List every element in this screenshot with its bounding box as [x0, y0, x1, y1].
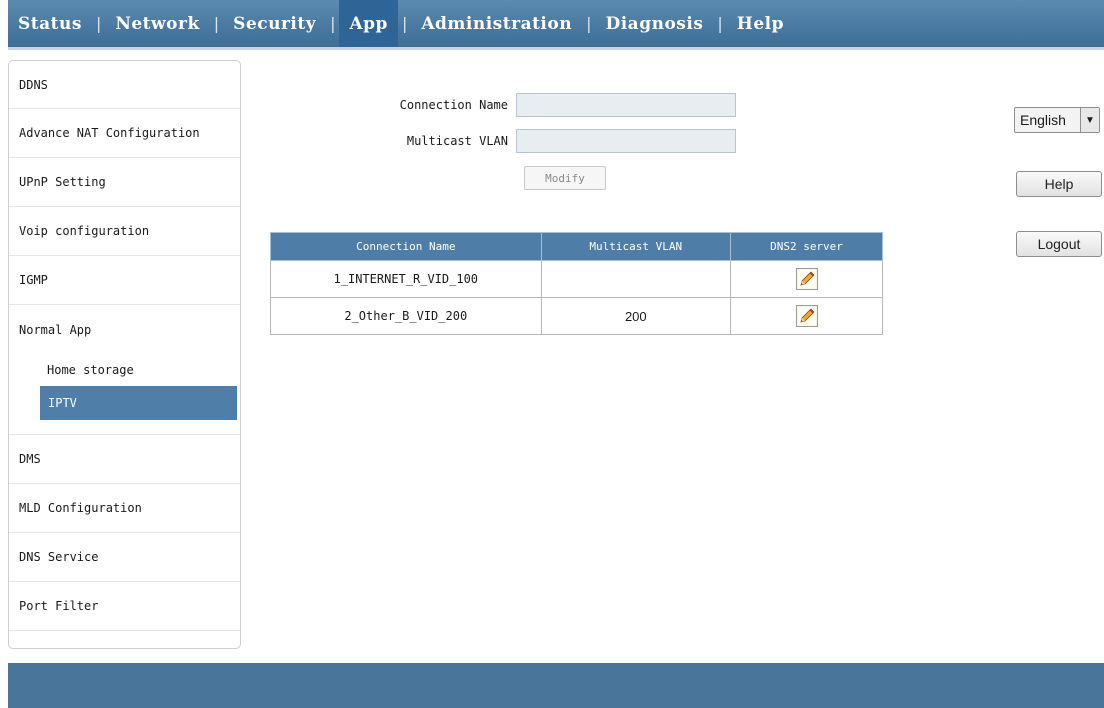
modify-button[interactable]: Modify	[524, 166, 606, 190]
multicast-vlan-label: Multicast VLAN	[406, 134, 508, 148]
chevron-down-icon[interactable]: ▼	[1080, 108, 1099, 132]
nav-tab-help[interactable]: Help	[727, 0, 794, 47]
top-nav: Status | Network | Security | App | Admi…	[8, 0, 1104, 50]
cell-connection-name: 1_INTERNET_R_VID_100	[270, 260, 542, 298]
language-select[interactable]: English ▼	[1014, 107, 1100, 133]
sidebar-item-upnp[interactable]: UPnP Setting	[9, 158, 240, 207]
table-header-row: Connection Name Multicast VLAN DNS2 serv…	[270, 232, 883, 261]
sidebar: DDNS Advance NAT Configuration UPnP Sett…	[8, 60, 241, 649]
iptv-table: Connection Name Multicast VLAN DNS2 serv…	[270, 232, 883, 335]
nav-separator: |	[586, 14, 592, 33]
sidebar-item-voip[interactable]: Voip configuration	[9, 207, 240, 256]
cell-edit	[730, 260, 883, 298]
table-row: 2_Other_B_VID_200 200	[270, 297, 883, 335]
pencil-edit-icon[interactable]	[795, 268, 818, 290]
sidebar-item-normal-app[interactable]: Normal App	[9, 305, 240, 354]
connection-name-input[interactable]	[516, 93, 736, 117]
nav-separator: |	[95, 14, 102, 33]
column-header-multicast-vlan: Multicast VLAN	[540, 232, 732, 261]
connection-name-label: Connection Name	[399, 98, 508, 112]
nav-tab-security[interactable]: Security	[223, 0, 326, 47]
sidebar-subitem-iptv[interactable]: IPTV	[40, 386, 237, 420]
sidebar-item-port-filter[interactable]: Port Filter	[9, 582, 240, 631]
help-button[interactable]: Help	[1016, 171, 1102, 197]
cell-connection-name: 2_Other_B_VID_200	[270, 297, 542, 335]
cell-multicast-vlan: 200	[540, 297, 732, 335]
multicast-vlan-input[interactable]	[516, 129, 736, 153]
sidebar-item-mld[interactable]: MLD Configuration	[9, 484, 240, 533]
nav-tab-administration[interactable]: Administration	[411, 0, 582, 47]
sidebar-subitem-home-storage[interactable]: Home storage	[9, 354, 240, 386]
sidebar-item-dns-service[interactable]: DNS Service	[9, 533, 240, 582]
column-header-dns2-server: DNS2 server	[730, 232, 883, 261]
sidebar-item-igmp[interactable]: IGMP	[9, 256, 240, 305]
nav-separator: |	[717, 14, 723, 33]
sidebar-item-ddns[interactable]: DDNS	[9, 61, 240, 109]
nav-tab-diagnosis[interactable]: Diagnosis	[595, 0, 713, 47]
nav-separator: |	[330, 14, 336, 33]
nav-tab-app[interactable]: App	[339, 0, 398, 47]
column-header-connection-name: Connection Name	[270, 232, 542, 261]
nav-tab-status[interactable]: Status	[8, 0, 92, 47]
cell-edit	[730, 297, 883, 335]
language-value: English	[1020, 112, 1066, 128]
nav-separator: |	[401, 14, 408, 33]
connection-name-row: Connection Name	[386, 93, 736, 117]
cell-multicast-vlan	[540, 260, 732, 298]
sidebar-group-normal-app: Normal App Home storage IPTV	[9, 305, 240, 435]
table-row: 1_INTERNET_R_VID_100	[270, 260, 883, 298]
logout-button[interactable]: Logout	[1016, 231, 1102, 257]
sidebar-item-dms[interactable]: DMS	[9, 435, 240, 484]
sidebar-item-advance-nat[interactable]: Advance NAT Configuration	[9, 109, 240, 158]
multicast-vlan-row: Multicast VLAN	[386, 129, 736, 153]
pencil-edit-icon[interactable]	[795, 305, 818, 327]
nav-separator: |	[213, 14, 220, 33]
footer-bar	[8, 663, 1104, 708]
nav-tab-network[interactable]: Network	[105, 0, 209, 47]
